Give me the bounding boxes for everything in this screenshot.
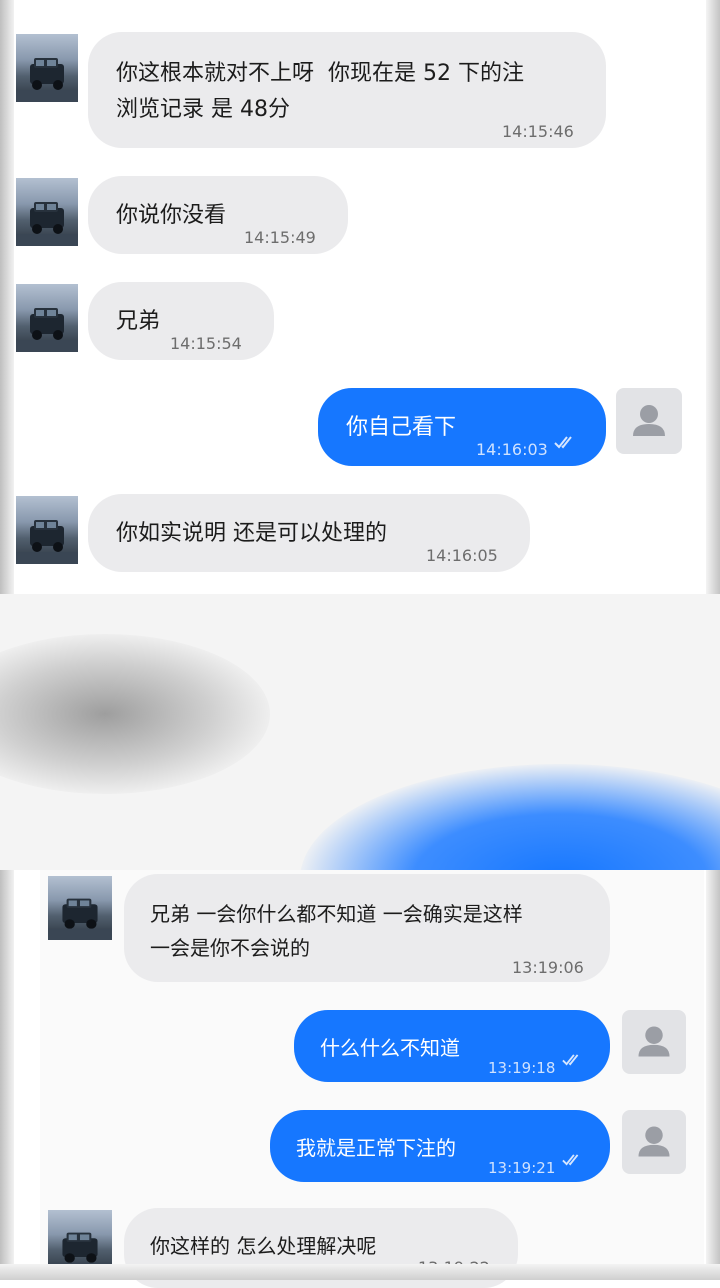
chat-panel-bottom: 兄弟 一会你什么都不知道 一会确实是这样 一会是你不会说的 13:19:06 什… — [40, 870, 704, 1288]
message-text: 兄弟 — [116, 309, 161, 334]
contact-avatar-car-icon[interactable] — [16, 284, 78, 352]
message-bubble-outgoing[interactable]: 什么什么不知道 13:19:18 — [294, 1010, 610, 1082]
message-time: 14:15:54 — [170, 334, 242, 353]
message-bubble-incoming[interactable]: 兄弟 14:15:54 — [88, 282, 274, 360]
message-bubble-outgoing[interactable]: 我就是正常下注的 13:19:21 — [270, 1110, 610, 1182]
bottom-edge-shadow — [0, 1264, 720, 1280]
message-text-line: 一会是你不会说的 — [150, 936, 310, 960]
blur-glow — [300, 764, 720, 870]
message-text: 你自己看下 — [346, 415, 457, 440]
message-bubble-incoming[interactable]: 你如实说明 还是可以处理的 14:16:05 — [88, 494, 530, 572]
message-text: 你如实说明 还是可以处理的 — [116, 521, 387, 546]
message-time: 14:15:49 — [244, 228, 316, 247]
self-avatar-user-icon[interactable] — [622, 1010, 686, 1074]
message-time: 14:16:05 — [426, 546, 498, 565]
message-time: 14:15:46 — [502, 122, 574, 141]
chat-panel-top: 你这根本就对不上呀 你现在是 52 下的注 浏览记录 是 48分 14:15:4… — [16, 14, 704, 594]
message-text-line: 兄弟 一会你什么都不知道 一会确实是这样 — [150, 902, 523, 926]
message-text: 你这样的 怎么处理解决呢 — [150, 1234, 377, 1258]
self-avatar-user-icon[interactable] — [622, 1110, 686, 1174]
contact-avatar-car-icon[interactable] — [16, 34, 78, 102]
contact-avatar-car-icon[interactable] — [16, 178, 78, 246]
message-text: 我就是正常下注的 — [296, 1136, 456, 1160]
contact-avatar-car-icon[interactable] — [48, 876, 112, 940]
double-check-icon — [554, 436, 572, 449]
message-time: 13:19:21 — [488, 1159, 556, 1177]
message-bubble-incoming[interactable]: 你说你没看 14:15:49 — [88, 176, 348, 254]
message-time: 14:16:03 — [476, 440, 548, 459]
message-bubble-incoming[interactable]: 你这根本就对不上呀 你现在是 52 下的注 浏览记录 是 48分 14:15:4… — [88, 32, 606, 148]
screenshot-gap-blur — [0, 594, 720, 870]
self-avatar-user-icon[interactable] — [616, 388, 682, 454]
message-time: 13:19:06 — [512, 958, 584, 977]
contact-avatar-car-icon[interactable] — [16, 496, 78, 564]
message-text-line: 你这根本就对不上呀 你现在是 52 下的注 — [116, 61, 524, 86]
double-check-icon — [562, 1054, 579, 1066]
message-bubble-outgoing[interactable]: 你自己看下 14:16:03 — [318, 388, 606, 466]
double-check-icon — [562, 1154, 579, 1166]
message-text-line: 浏览记录 是 48分 — [116, 97, 290, 122]
message-text: 你说你没看 — [116, 203, 227, 228]
message-text: 什么什么不知道 — [320, 1036, 460, 1060]
message-time: 13:19:18 — [488, 1059, 556, 1077]
blur-shadow — [0, 634, 270, 794]
message-bubble-incoming[interactable]: 兄弟 一会你什么都不知道 一会确实是这样 一会是你不会说的 13:19:06 — [124, 874, 610, 982]
